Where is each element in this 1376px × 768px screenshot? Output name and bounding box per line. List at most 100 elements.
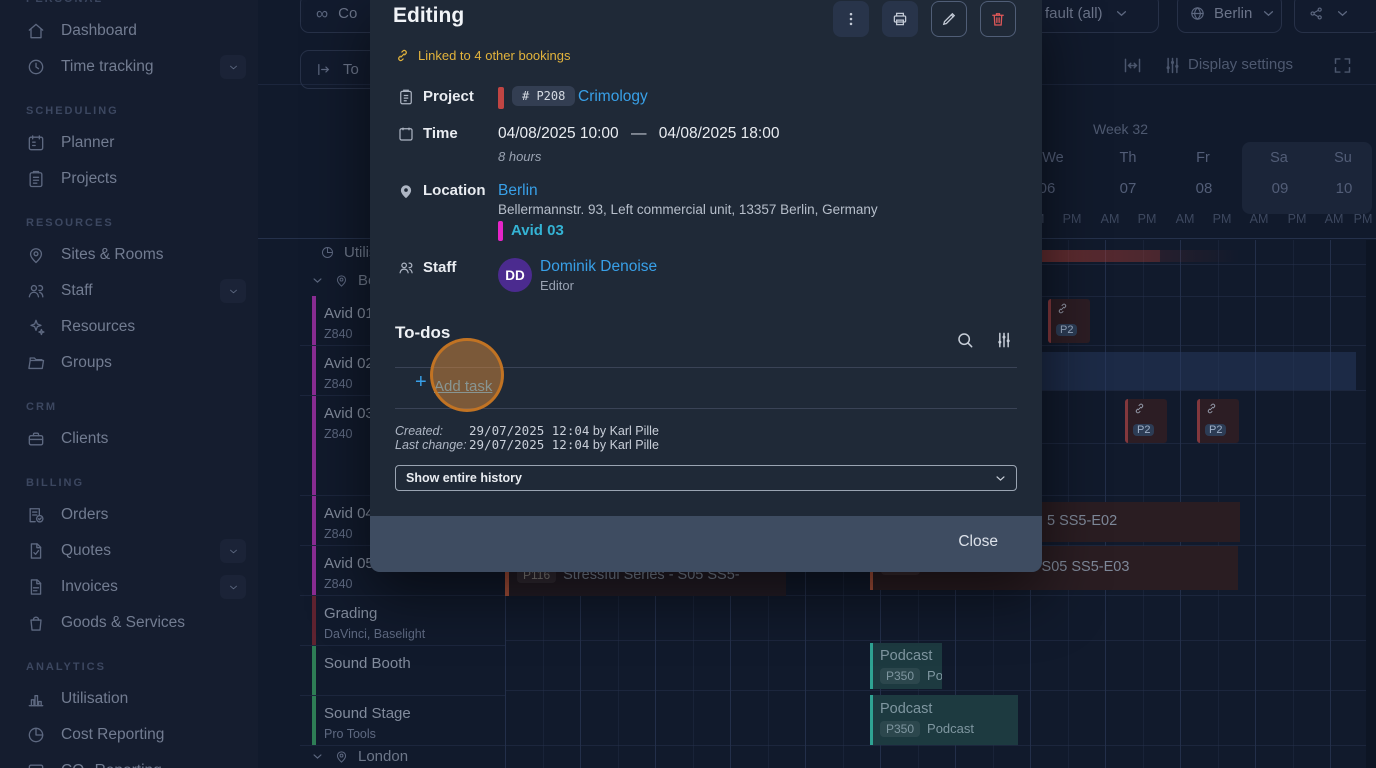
share-dropdown[interactable] <box>1294 0 1376 33</box>
expand-chevron[interactable] <box>220 279 246 303</box>
chevron-down-icon <box>993 471 1008 486</box>
sidebar-item-co-reporting[interactable]: CO₂ Reporting <box>0 753 258 768</box>
avatar: DD <box>498 258 532 292</box>
day-of-week: Fr <box>1196 150 1210 166</box>
sidebar-item-label: Cost Reporting <box>61 726 164 744</box>
day-date: 09 <box>1272 180 1289 197</box>
project-code-badge: P2 <box>1205 424 1226 436</box>
share-icon <box>1308 5 1325 22</box>
chevron-down-icon <box>227 285 240 298</box>
modal-title: Editing <box>393 4 464 28</box>
clock-icon <box>26 57 46 77</box>
day-date: 07 <box>1120 180 1137 197</box>
more-menu-button[interactable] <box>833 1 869 37</box>
resource-color-bar <box>312 296 316 345</box>
resource-subtitle: Z840 <box>324 327 353 341</box>
edit-button[interactable] <box>931 1 967 37</box>
meridiem-label: AM <box>1176 212 1195 226</box>
resource-row-grading[interactable]: GradingDaVinci, Baselight <box>300 596 505 646</box>
sidebar-item-goods-services[interactable]: Goods & Services <box>0 605 258 641</box>
sidebar-item-sites-rooms[interactable]: Sites & Rooms <box>0 237 258 273</box>
day-of-week: We <box>1042 150 1064 166</box>
todos-search-icon[interactable] <box>955 330 975 355</box>
expand-chevron[interactable] <box>220 55 246 79</box>
display-settings-icon[interactable] <box>1162 55 1183 81</box>
sidebar-nav: DashboardTime trackingSCHEDULINGPlannerP… <box>0 13 258 768</box>
day-date: 08 <box>1196 180 1213 197</box>
sidebar-item-label: Groups <box>61 354 112 372</box>
close-button[interactable]: Close <box>958 533 998 551</box>
calendar-icon <box>26 133 46 153</box>
booking-ss5-e02[interactable]: 5 SS5-E02 <box>1042 502 1240 542</box>
sidebar-item-label: Dashboard <box>61 22 137 40</box>
sidebar-item-time-tracking[interactable]: Time tracking <box>0 49 258 85</box>
print-button[interactable] <box>882 1 918 37</box>
resource-subtitle: Pro Tools <box>324 727 376 741</box>
meridiem-label: AM <box>1101 212 1120 226</box>
linked-booking[interactable]: P2 <box>1197 399 1239 443</box>
pin-icon <box>334 749 349 764</box>
staff-name-link[interactable]: Dominik Denoise <box>540 258 657 276</box>
meridiem-label: PM <box>1063 212 1082 226</box>
booking-podcast-1[interactable]: Podcast P350Poc <box>870 643 942 689</box>
sidebar-item-staff[interactable]: Staff <box>0 273 258 309</box>
fullscreen-icon[interactable] <box>1332 55 1353 81</box>
linked-booking[interactable]: P2 <box>1048 299 1090 343</box>
history-dropdown[interactable]: Show entire history <box>395 465 1017 491</box>
staff-label: Staff <box>423 259 456 276</box>
room-link[interactable]: Avid 03 <box>511 222 564 239</box>
sidebar-item-quotes[interactable]: Quotes <box>0 533 258 569</box>
sidebar-item-clients[interactable]: Clients <box>0 421 258 457</box>
delete-button[interactable] <box>980 1 1016 37</box>
resource-color-bar <box>312 496 316 545</box>
last-change-line: Last change:29/07/2025 12:04 by Karl Pil… <box>395 437 659 452</box>
sidebar-item-label: Planner <box>61 134 114 152</box>
sidebar-item-label: Projects <box>61 170 117 188</box>
day-of-week: Sa <box>1270 150 1288 166</box>
pencil-icon <box>940 10 958 28</box>
scrollbar-gutter[interactable] <box>1366 240 1376 768</box>
last-change-label: Last change: <box>395 438 469 452</box>
pin-icon <box>26 245 46 265</box>
project-name-link[interactable]: Crimology <box>578 88 648 106</box>
resource-row-sound-stage[interactable]: Sound StagePro Tools <box>300 696 505 746</box>
resource-row-sound-booth[interactable]: Sound Booth <box>300 646 505 696</box>
sidebar-item-resources[interactable]: Resources <box>0 309 258 345</box>
plus-icon: + <box>415 371 427 394</box>
expand-chevron[interactable] <box>220 575 246 599</box>
resource-name: Avid 05 <box>324 555 374 572</box>
chevron-down-icon <box>1334 5 1351 22</box>
booking-podcast-2[interactable]: Podcast P350Podcast <box>870 695 1018 745</box>
time-duration: 8 hours <box>498 149 541 164</box>
expand-chevron[interactable] <box>220 539 246 563</box>
sidebar-item-orders[interactable]: Orders <box>0 497 258 533</box>
sidebar-item-label: Time tracking <box>61 58 153 76</box>
resource-color-bar <box>312 546 316 595</box>
site-dropdown[interactable]: Berlin <box>1177 0 1282 33</box>
group-london[interactable]: London <box>310 748 408 765</box>
todos-filter-icon[interactable] <box>994 330 1014 355</box>
chevron-down-icon <box>1113 5 1130 22</box>
sidebar-item-cost-reporting[interactable]: Cost Reporting <box>0 717 258 753</box>
fit-width-icon[interactable] <box>1122 55 1143 81</box>
resource-subtitle: Z840 <box>324 377 353 391</box>
sidebar-section-label: RESOURCES <box>0 209 258 237</box>
sidebar-item-invoices[interactable]: Invoices <box>0 569 258 605</box>
sidebar-item-dashboard[interactable]: Dashboard <box>0 13 258 49</box>
link-icon <box>1205 402 1218 415</box>
display-settings-label[interactable]: Display settings <box>1188 56 1293 73</box>
home-icon <box>26 21 46 41</box>
resource-name: Sound Booth <box>324 655 411 672</box>
sidebar-item-utilisation[interactable]: Utilisation <box>0 681 258 717</box>
today-button-label: To <box>343 61 359 78</box>
location-site-link[interactable]: Berlin <box>498 182 538 200</box>
sidebar-item-projects[interactable]: Projects <box>0 161 258 197</box>
sidebar-item-planner[interactable]: Planner <box>0 125 258 161</box>
sidebar-item-groups[interactable]: Groups <box>0 345 258 381</box>
calendar-icon <box>397 125 415 143</box>
site-dropdown-label: Berlin <box>1214 5 1252 22</box>
linked-booking[interactable]: P2 <box>1125 399 1167 443</box>
report-icon <box>26 761 46 768</box>
link-icon <box>395 48 410 63</box>
linked-bookings-link[interactable]: Linked to 4 other bookings <box>395 48 571 63</box>
